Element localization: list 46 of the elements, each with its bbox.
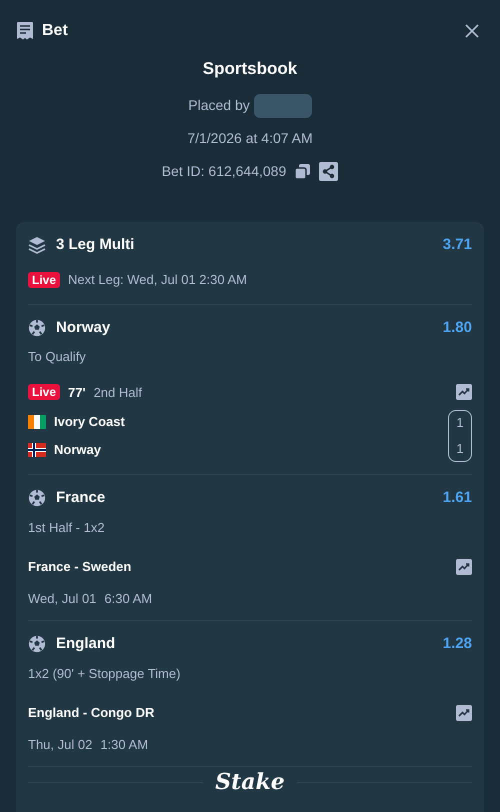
receipt-icon (16, 21, 34, 41)
bet-type: 3 Leg Multi (56, 234, 134, 254)
score-value: 1 (456, 440, 464, 458)
bet-date: 7/1/2026 at 4:07 AM (187, 128, 313, 148)
stats-chart-icon[interactable] (456, 704, 472, 721)
brand-logo: Stake (215, 769, 285, 795)
match-minute: 77' (68, 384, 86, 402)
match-name: England - Congo DR (28, 704, 154, 722)
bet-source: Sportsbook (202, 58, 298, 80)
odds-value: 1.28 (442, 634, 472, 654)
team-name: Norway (54, 441, 101, 460)
bet-id: Bet ID: 612,644,089 (162, 162, 286, 180)
match-name: France - Sweden (28, 558, 132, 576)
soccer-ball-icon (28, 489, 46, 508)
match-time: 1:30 AM (100, 736, 148, 754)
match-period: 2nd Half (94, 384, 142, 402)
live-badge: Live (28, 384, 60, 400)
panel-title: Bet (42, 21, 68, 41)
match-time: 6:30 AM (104, 590, 152, 608)
market-name: 1x2 (90' + Stoppage Time) (28, 664, 182, 683)
close-icon[interactable] (464, 23, 480, 39)
copy-icon[interactable] (294, 162, 312, 180)
match-date: Wed, Jul 01 (28, 590, 96, 608)
live-badge: Live (28, 272, 60, 288)
soccer-ball-icon (28, 318, 46, 337)
share-icon[interactable] (319, 162, 338, 180)
team-name: Ivory Coast (54, 413, 125, 432)
odds-value: 1.80 (442, 318, 472, 338)
next-leg: Next Leg: Wed, Jul 01 2:30 AM (68, 271, 247, 289)
flag-icon (28, 415, 46, 429)
soccer-ball-icon (28, 635, 46, 654)
layers-icon (28, 236, 46, 254)
flag-icon (28, 443, 46, 457)
market-name: To Qualify (28, 348, 87, 366)
stats-chart-icon[interactable] (456, 384, 472, 400)
selection-name: Norway (56, 318, 110, 338)
redacted-name (254, 94, 312, 118)
odds-value: 1.61 (442, 488, 472, 508)
placed-by-label: Placed by (188, 96, 250, 115)
market-name: 1st Half - 1x2 (28, 518, 106, 536)
stats-chart-icon[interactable] (456, 558, 472, 575)
selection-name: England (56, 634, 116, 654)
match-date: Thu, Jul 02 (28, 736, 92, 754)
total-odds: 3.71 (442, 234, 472, 254)
selection-name: France (56, 488, 106, 508)
score-value: 1 (456, 414, 464, 432)
